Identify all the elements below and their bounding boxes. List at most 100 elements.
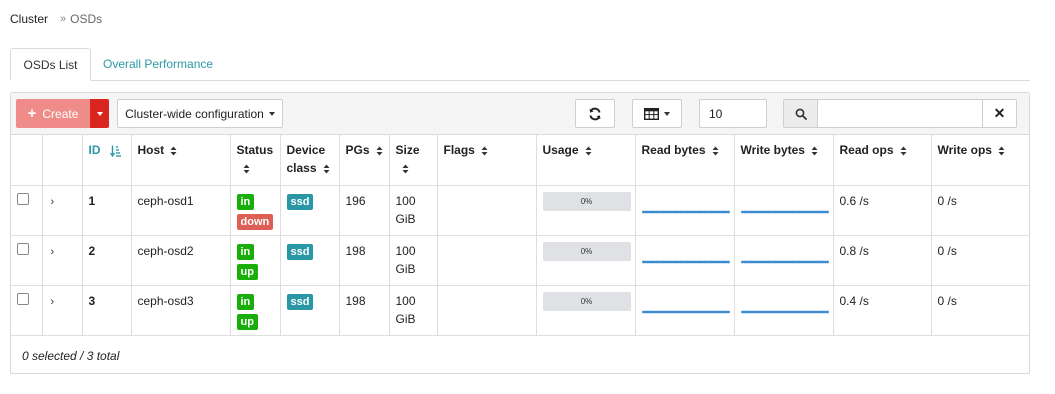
- cell-device-class: ssd: [280, 285, 340, 336]
- columns-toggle-button[interactable]: [632, 99, 682, 128]
- device-class-badge: ssd: [286, 243, 314, 260]
- row-select-cell: [11, 235, 43, 286]
- device-class-badge: ssd: [286, 293, 314, 310]
- search-clear-button[interactable]: ✕: [982, 99, 1017, 128]
- cell-pgs: 198: [339, 235, 390, 286]
- sparkline-point: [726, 210, 730, 213]
- row-expand-cell: ›: [42, 285, 83, 336]
- sort-icon: [805, 143, 818, 157]
- cell-write-bytes: [734, 235, 834, 286]
- create-dropdown-toggle[interactable]: [90, 99, 109, 128]
- row-select-cell: [11, 285, 43, 336]
- row-checkbox[interactable]: [17, 242, 29, 255]
- header-select: [11, 135, 43, 186]
- page-limit-input[interactable]: [699, 99, 767, 128]
- sparkline-point: [825, 310, 829, 313]
- create-button[interactable]: + Create: [16, 99, 90, 128]
- cell-flags: [437, 235, 537, 286]
- row-select-cell: [11, 185, 43, 236]
- header-write-bytes[interactable]: Write bytes: [734, 135, 834, 186]
- usage-bar: 0%: [542, 191, 631, 211]
- table-row[interactable]: › 3 ceph-osd3 in up ssd 198 100 GiB 0% 0.…: [11, 285, 1029, 336]
- refresh-button[interactable]: [575, 99, 615, 128]
- chevron-right-icon[interactable]: ›: [49, 196, 55, 208]
- cell-host: ceph-osd3: [131, 285, 231, 336]
- table-row[interactable]: › 1 ceph-osd1 in down ssd 196 100 GiB 0% …: [11, 185, 1029, 236]
- header-status[interactable]: Status: [230, 135, 281, 186]
- write-bytes-sparkline: [740, 252, 829, 263]
- search-icon: [795, 108, 807, 120]
- osds-table: ID Host Status Device class PGs Size Flag…: [11, 135, 1029, 336]
- cell-usage: 0%: [536, 235, 636, 286]
- close-icon: ✕: [993, 105, 1006, 121]
- header-flags[interactable]: Flags: [437, 135, 537, 186]
- header-device-class[interactable]: Device class: [280, 135, 340, 186]
- table-footer: 0 selected / 3 total: [22, 349, 120, 363]
- cell-flags: [437, 285, 537, 336]
- tab-osds-list[interactable]: OSDs List: [10, 48, 91, 81]
- header-pgs[interactable]: PGs: [339, 135, 390, 186]
- cell-read-bytes: [635, 235, 735, 286]
- plus-icon: +: [27, 105, 37, 122]
- cell-read-bytes: [635, 285, 735, 336]
- header-write-ops[interactable]: Write ops: [931, 135, 1029, 186]
- read-bytes-sparkline: [641, 252, 730, 263]
- sparkline-point: [825, 210, 829, 213]
- sort-icon: [370, 143, 383, 157]
- table-toolbar: + Create Cluster-wide configuration 10 ✕: [11, 93, 1029, 135]
- cell-read-ops: 0.8 /s: [833, 235, 932, 286]
- row-checkbox[interactable]: [17, 292, 29, 305]
- cell-usage: 0%: [536, 285, 636, 336]
- caret-down-icon: [268, 111, 275, 116]
- cell-host: ceph-osd1: [131, 185, 231, 236]
- cell-status: in down: [230, 185, 281, 236]
- sort-icon: [992, 143, 1005, 157]
- header-read-ops[interactable]: Read ops: [833, 135, 932, 186]
- row-checkbox[interactable]: [17, 192, 29, 205]
- caret-down-icon: [96, 111, 103, 116]
- chevron-right-icon[interactable]: ›: [49, 246, 55, 258]
- row-expand-cell: ›: [42, 235, 83, 286]
- header-host[interactable]: Host: [131, 135, 231, 186]
- cell-flags: [437, 185, 537, 236]
- cell-status: in up: [230, 235, 281, 286]
- usage-bar: 0%: [542, 291, 631, 311]
- write-bytes-sparkline: [740, 302, 829, 313]
- sort-icon: [706, 143, 719, 157]
- cell-status: in up: [230, 285, 281, 336]
- header-usage[interactable]: Usage: [536, 135, 636, 186]
- chevron-right-icon[interactable]: ›: [49, 296, 55, 308]
- read-bytes-sparkline: [641, 202, 730, 213]
- search-input[interactable]: [817, 99, 983, 128]
- header-size[interactable]: Size: [389, 135, 438, 186]
- status-badge-in: in: [236, 193, 255, 210]
- cluster-config-label: Cluster-wide configuration: [125, 106, 264, 121]
- search-addon: [783, 99, 818, 128]
- cell-write-bytes: [734, 285, 834, 336]
- table-row[interactable]: › 2 ceph-osd2 in up ssd 198 100 GiB 0% 0.…: [11, 235, 1029, 286]
- cell-id: 3: [82, 285, 132, 336]
- header-id[interactable]: ID: [82, 135, 132, 186]
- breadcrumb: Cluster » OSDs: [10, 12, 102, 26]
- header-read-bytes[interactable]: Read bytes: [635, 135, 735, 186]
- cell-size: 100 GiB: [389, 235, 438, 286]
- table-header-row: ID Host Status Device class PGs Size Flag…: [11, 135, 1029, 186]
- sparkline-point: [726, 260, 730, 263]
- caret-down-icon: [664, 111, 670, 116]
- read-bytes-sparkline: [641, 302, 730, 313]
- sort-icon: [475, 143, 488, 157]
- sparkline-point: [825, 260, 829, 263]
- header-expand: [42, 135, 83, 186]
- tab-overall-performance[interactable]: Overall Performance: [91, 48, 225, 81]
- sort-icon: [894, 143, 907, 157]
- sort-icon: [237, 161, 250, 175]
- cell-read-bytes: [635, 185, 735, 236]
- device-class-badge: ssd: [286, 193, 314, 210]
- tab-bar: OSDs List Overall Performance: [10, 48, 1030, 81]
- cluster-config-button[interactable]: Cluster-wide configuration: [117, 99, 283, 128]
- cell-read-ops: 0.6 /s: [833, 185, 932, 236]
- breadcrumb-cluster[interactable]: Cluster: [10, 12, 48, 26]
- cell-write-ops: 0 /s: [931, 185, 1029, 236]
- osds-table-panel: + Create Cluster-wide configuration 10 ✕…: [10, 92, 1030, 374]
- cell-id: 1: [82, 185, 132, 236]
